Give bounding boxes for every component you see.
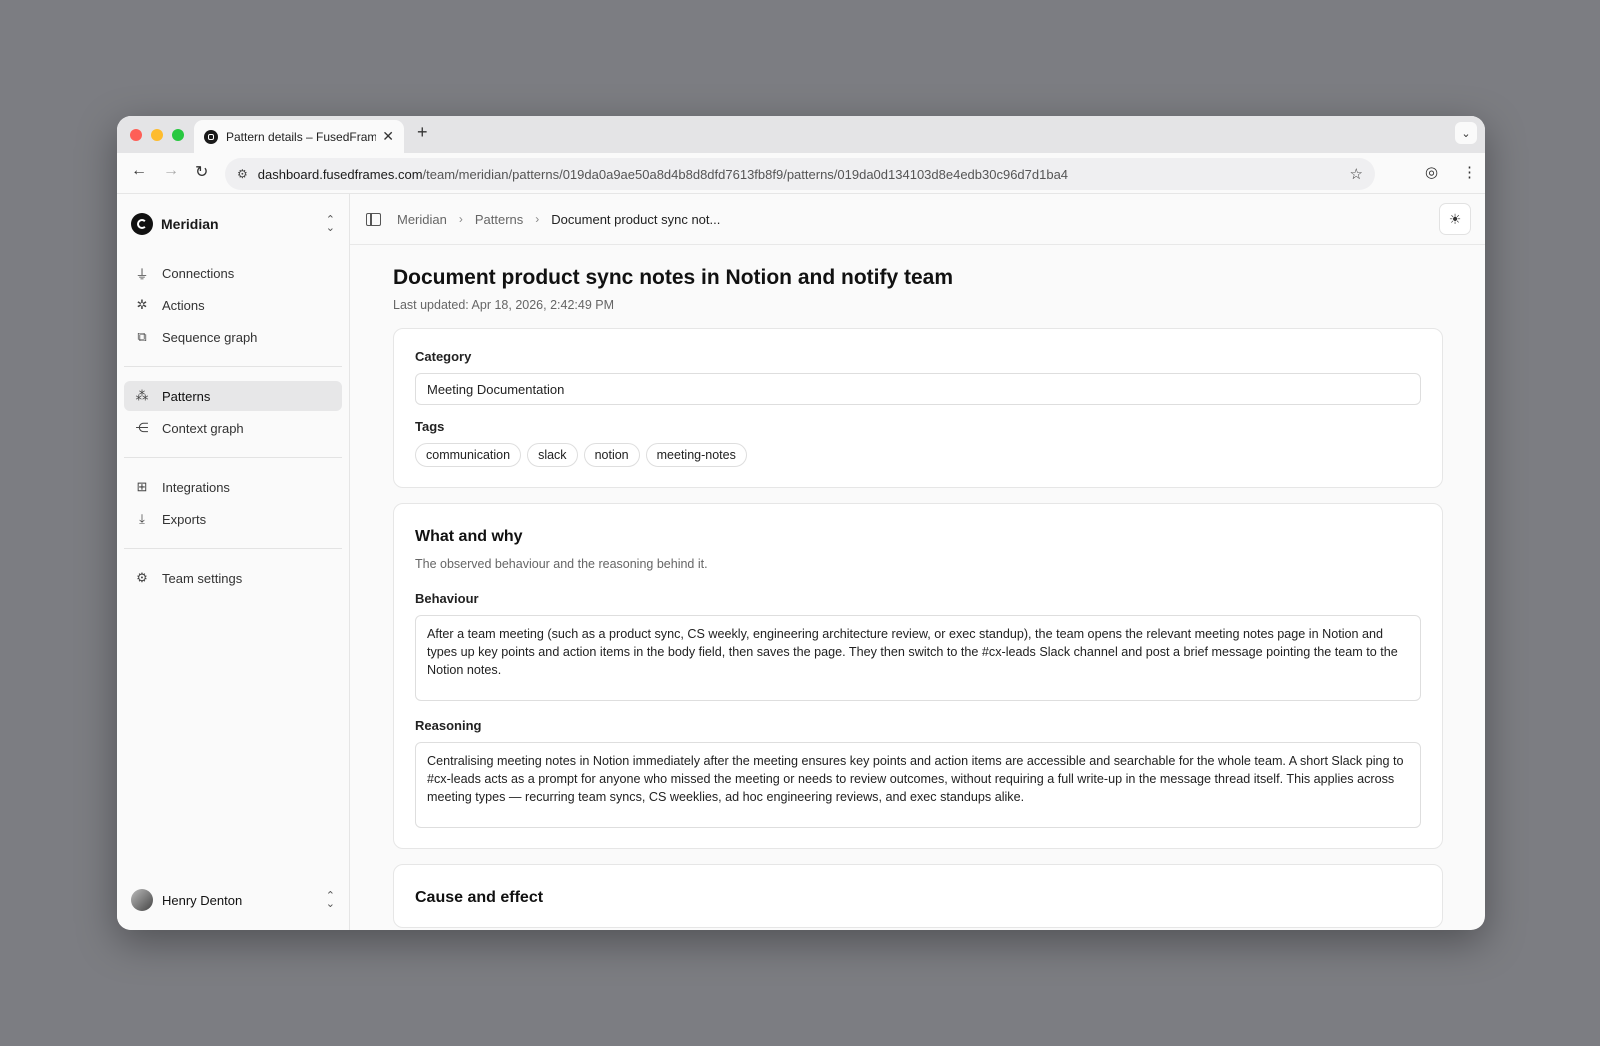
cause-effect-title: Cause and effect [415, 889, 544, 906]
topbar: Meridian › Patterns › Document product s… [350, 194, 1485, 245]
sidebar-item-team-settings[interactable]: ⚙ Team settings [124, 563, 342, 593]
sidebar-item-context-graph[interactable]: ⋲ Context graph [124, 413, 342, 443]
sidebar-item-label: Sequence graph [162, 329, 258, 345]
sidebar-item-sequence-graph[interactable]: ⧉ Sequence graph [124, 322, 342, 352]
url-text: dashboard.fusedframes.com/team/meridian/… [258, 167, 1068, 182]
behaviour-textarea[interactable]: After a team meeting (such as a product … [415, 615, 1421, 701]
category-label: Category [415, 349, 472, 364]
sidebar-item-label: Patterns [162, 388, 211, 404]
reasoning-textarea[interactable]: Centralising meeting notes in Notion imm… [415, 742, 1421, 828]
plug-icon: ⏚ [135, 266, 149, 282]
gear-icon: ⚙ [136, 570, 148, 585]
favicon-icon [204, 129, 218, 144]
sidebar-item-label: Actions [162, 297, 205, 313]
category-field[interactable]: Meeting Documentation [415, 373, 1421, 405]
bookmark-star-icon[interactable]: ☆ [1350, 165, 1363, 183]
back-arrow-icon[interactable]: ← [131, 162, 147, 180]
breadcrumb-item-meridian[interactable]: Meridian [397, 212, 447, 227]
what-why-card: What and why The observed behaviour and … [393, 503, 1443, 849]
sidebar-item-patterns[interactable]: ⁂ Patterns [124, 381, 342, 411]
cause-effect-card: Cause and effect [393, 864, 1443, 928]
tag-notion[interactable]: notion [583, 443, 640, 467]
integrations-icon: ⊞ [136, 479, 148, 494]
breadcrumb-current: Document product sync not... [551, 211, 721, 227]
sidebar-divider [124, 548, 342, 549]
chevron-right-icon: › [458, 212, 463, 226]
sidebar-toggle-icon[interactable] [366, 212, 381, 226]
sequence-icon: ⧉ [137, 329, 147, 344]
user-menu[interactable]: Henry Denton ⌃ ⌄ [131, 888, 335, 912]
tag-slack[interactable]: slack [527, 443, 578, 467]
url-path: /team/meridian/patterns/019da0a9ae50a8d4… [422, 166, 1069, 182]
sparkle-click-icon: ✲ [136, 297, 148, 312]
team-logo-icon [131, 213, 153, 235]
tag-communication[interactable]: communication [415, 443, 522, 467]
app: Meridian ⌃ ⌄ ⏚ Connections ✲ Actions ⧉ Se… [117, 194, 1485, 930]
sidebar-item-label: Integrations [162, 479, 230, 495]
theme-toggle-sun-icon[interactable]: ☀ [1439, 203, 1471, 235]
browser-toolbar: ← → ↻ ⚙ dashboard.fusedframes.com/team/m… [117, 153, 1485, 194]
page-title: Document product sync notes in Notion an… [393, 266, 954, 289]
avatar [131, 889, 153, 911]
chevron-up-down-icon: ⌃ ⌄ [325, 890, 335, 910]
sidebar-item-connections[interactable]: ⏚ Connections [124, 258, 342, 288]
minimize-window-button[interactable] [151, 129, 163, 141]
team-switcher[interactable]: Meridian ⌃ ⌄ [131, 212, 335, 236]
main-content: Meridian › Patterns › Document product s… [350, 194, 1485, 930]
breadcrumb-item-patterns[interactable]: Patterns [475, 212, 523, 227]
tab-title: Pattern details – FusedFrames [226, 129, 376, 144]
user-name: Henry Denton [162, 892, 243, 908]
more-menu-icon[interactable]: ⋮ [1462, 163, 1477, 181]
tag-meeting-notes[interactable]: meeting-notes [645, 443, 747, 467]
sidebar-item-exports[interactable]: ⤓ Exports [124, 504, 342, 534]
site-settings-icon[interactable]: ⚙ [237, 167, 248, 181]
sidebar-item-label: Exports [162, 511, 207, 527]
sidebar-item-actions[interactable]: ✲ Actions [124, 290, 342, 320]
new-tab-button[interactable]: + [417, 122, 428, 143]
reasoning-label: Reasoning [415, 718, 482, 733]
sidebar-divider [124, 457, 342, 458]
details-card: Category Meeting Documentation Tags comm… [393, 328, 1443, 488]
share-graph-icon: ⋲ [135, 420, 149, 435]
chevron-right-icon: › [535, 212, 540, 226]
sidebar-item-label: Context graph [162, 420, 244, 436]
tab-close-icon[interactable]: ✕ [382, 128, 394, 145]
chevron-up-down-icon: ⌃ ⌄ [325, 214, 335, 234]
last-updated: Last updated: Apr 18, 2026, 2:42:49 PM [393, 298, 614, 312]
sidebar: Meridian ⌃ ⌄ ⏚ Connections ✲ Actions ⧉ Se… [117, 194, 350, 930]
browser-tab[interactable]: Pattern details – FusedFrames ✕ [194, 120, 404, 153]
breadcrumb: Meridian › Patterns › Document product s… [397, 212, 720, 227]
close-window-button[interactable] [130, 129, 142, 141]
sidebar-divider [124, 366, 342, 367]
tag-list: communication slack notion meeting-notes [415, 443, 1421, 467]
tags-label: Tags [415, 419, 445, 434]
forward-arrow-icon[interactable]: → [163, 162, 179, 180]
sidebar-item-label: Team settings [162, 570, 243, 586]
maximize-window-button[interactable] [172, 129, 184, 141]
sidebar-item-integrations[interactable]: ⊞ Integrations [124, 472, 342, 502]
address-bar[interactable]: ⚙ dashboard.fusedframes.com/team/meridia… [225, 158, 1375, 190]
download-icon: ⤓ [139, 511, 145, 526]
team-name: Meridian [161, 216, 219, 232]
sidebar-nav: ⏚ Connections ✲ Actions ⧉ Sequence graph… [124, 258, 342, 595]
sidebar-item-label: Connections [162, 265, 235, 281]
browser-window: Pattern details – FusedFrames ✕ + ⌄ ← → … [117, 116, 1485, 930]
tab-strip: Pattern details – FusedFrames ✕ + ⌄ [117, 116, 1485, 153]
page-content: Document product sync notes in Notion an… [393, 244, 1443, 928]
pattern-icon: ⁂ [135, 388, 149, 403]
behaviour-label: Behaviour [415, 591, 479, 606]
what-why-title: What and why [415, 528, 523, 545]
what-why-subtitle: The observed behaviour and the reasoning… [415, 557, 708, 571]
tab-search-chevron-icon[interactable]: ⌄ [1455, 122, 1477, 144]
window-controls [130, 129, 184, 141]
profile-icon[interactable]: ◎ [1425, 163, 1438, 181]
reload-icon[interactable]: ↻ [195, 162, 208, 182]
url-host: dashboard.fusedframes.com [257, 166, 423, 182]
